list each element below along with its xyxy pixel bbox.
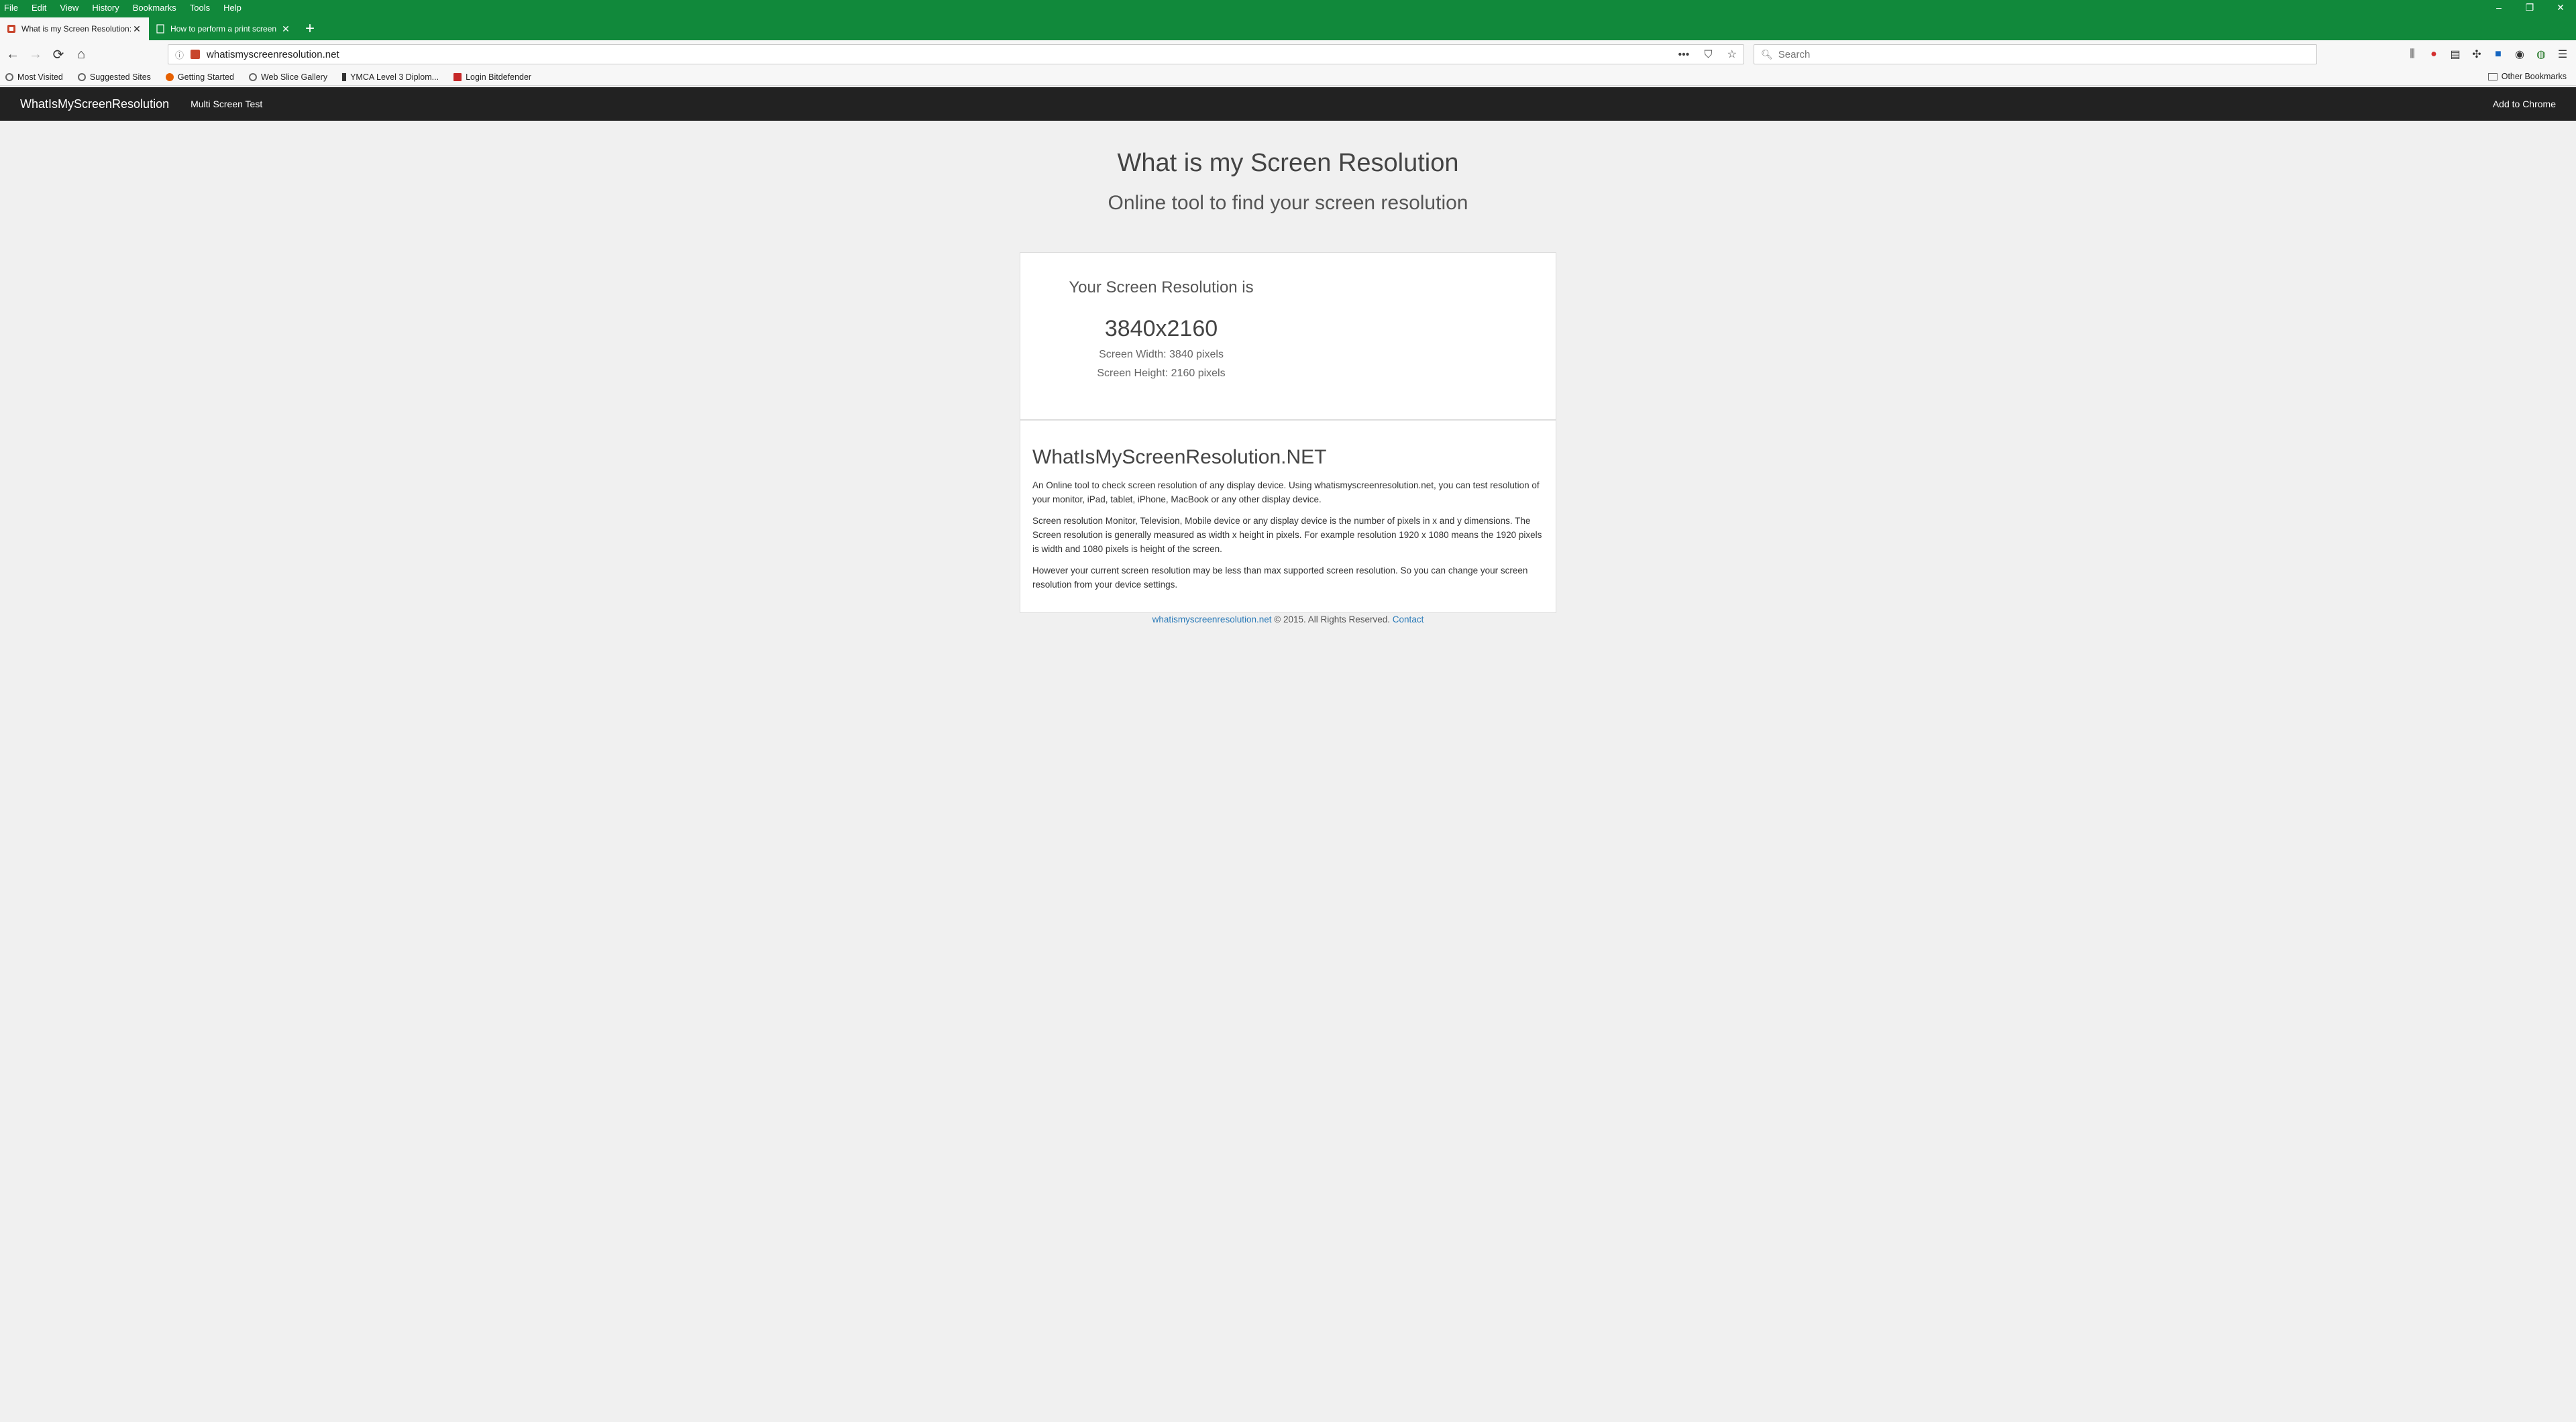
add-to-chrome-link[interactable]: Add to Chrome	[2493, 99, 2556, 109]
tab-title: What is my Screen Resolution: Find	[21, 24, 131, 34]
info-title: WhatIsMyScreenResolution.NET	[1032, 446, 1327, 468]
bookmark-label: Getting Started	[177, 72, 234, 82]
info-paragraph: Screen resolution Monitor, Television, M…	[1032, 516, 1542, 554]
menu-help[interactable]: Help	[223, 3, 241, 13]
tab-title: How to perform a print screen	[170, 24, 277, 34]
extension-green-icon[interactable]: ◍	[2532, 45, 2551, 64]
close-tab-icon[interactable]: ✕	[280, 23, 291, 35]
site-navbar: WhatIsMyScreenResolution Multi Screen Te…	[0, 87, 2576, 121]
browser-titlebar: File Edit View History Bookmarks Tools H…	[0, 0, 2576, 40]
tab-screen-resolution[interactable]: What is my Screen Resolution: Find ✕	[0, 17, 149, 40]
menu-history[interactable]: History	[92, 3, 119, 13]
bookmark-ymca[interactable]: YMCA Level 3 Diplom...	[342, 72, 439, 82]
other-bookmarks[interactable]: Other Bookmarks	[2487, 72, 2567, 81]
site-info-icon[interactable]: ⓘ	[175, 48, 184, 61]
back-arrow-icon[interactable]: ←	[3, 44, 23, 64]
close-window-button[interactable]: ✕	[2545, 0, 2576, 15]
tab-strip: What is my Screen Resolution: Find ✕ How…	[0, 17, 322, 40]
folder-icon	[2487, 72, 2498, 80]
library-icon[interactable]: ⫼	[2403, 45, 2422, 64]
tab-print-screen[interactable]: How to perform a print screen ✕	[149, 17, 298, 40]
info-panel: WhatIsMyScreenResolution.NET An Online t…	[1020, 420, 1556, 613]
window-controls: – ❐ ✕	[2483, 0, 2576, 15]
minimize-button[interactable]: –	[2483, 0, 2514, 15]
address-bar[interactable]: ⓘ whatismyscreenresolution.net ••• ⛉ ☆	[168, 44, 1744, 64]
site-favicon-icon	[7, 25, 15, 33]
bookmark-label: Most Visited	[17, 72, 63, 82]
info-paragraph: However your current screen resolution m…	[1032, 565, 1528, 590]
page-title: What is my Screen Resolution	[1117, 149, 1459, 177]
search-icon: 🔍︎	[1761, 48, 1773, 60]
page-footer: whatismyscreenresolution.net © 2015. All…	[0, 614, 2576, 624]
menu-edit[interactable]: Edit	[32, 3, 46, 13]
page-actions-icon[interactable]: •••	[1678, 49, 1689, 60]
gear-icon	[5, 72, 13, 81]
extension-blue-icon[interactable]: ■	[2489, 45, 2508, 64]
site-identity-icon	[191, 50, 201, 59]
account-icon[interactable]: ◉	[2510, 45, 2529, 64]
bookmarks-toolbar: Most Visited Suggested Sites Getting Sta…	[0, 68, 2576, 86]
home-icon[interactable]: ⌂	[71, 44, 91, 64]
copyright-text: © 2015. All Rights Reserved.	[1271, 614, 1393, 624]
url-actions: ••• ⛉ ☆	[1666, 48, 1737, 61]
restore-button[interactable]: ❐	[2514, 0, 2545, 15]
footer-site-link[interactable]: whatismyscreenresolution.net	[1152, 614, 1272, 624]
page-favicon-icon	[156, 24, 164, 34]
site-brand-link[interactable]: WhatIsMyScreenResolution	[20, 97, 169, 111]
extension-badge-icon[interactable]: ●	[2424, 45, 2443, 64]
globe-icon	[248, 72, 257, 81]
hamburger-menu-icon[interactable]: ☰	[2553, 45, 2572, 64]
navigation-toolbar: ← → ⟳ ⌂ ⓘ whatismyscreenresolution.net •…	[0, 40, 2576, 68]
globe-icon	[77, 72, 86, 81]
menu-view[interactable]: View	[60, 3, 78, 13]
resolution-panel: Your Screen Resolution is 3840x2160 Scre…	[1020, 252, 1556, 420]
bookmark-label: Web Slice Gallery	[260, 72, 328, 82]
url-text[interactable]: whatismyscreenresolution.net	[207, 49, 1666, 60]
extension-puzzle-icon[interactable]: ✣	[2467, 45, 2486, 64]
toolbar-icons: ⫼ ● ▤ ✣ ■ ◉ ◍ ☰	[2400, 44, 2572, 64]
page-subtitle: Online tool to find your screen resoluti…	[1108, 192, 1468, 214]
bookmark-bitdefender[interactable]: Login Bitdefender	[453, 72, 531, 82]
bookmark-most-visited[interactable]: Most Visited	[5, 72, 63, 82]
bookmark-label: YMCA Level 3 Diplom...	[350, 72, 439, 82]
close-tab-icon[interactable]: ✕	[131, 23, 142, 35]
menu-bar: File Edit View History Bookmarks Tools H…	[0, 0, 255, 15]
contact-link[interactable]: Contact	[1393, 614, 1424, 624]
bookmark-suggested-sites[interactable]: Suggested Sites	[77, 72, 151, 82]
reload-icon[interactable]: ⟳	[48, 44, 68, 64]
menu-tools[interactable]: Tools	[190, 3, 210, 13]
bitdefender-icon	[453, 72, 462, 81]
bookmark-getting-started[interactable]: Getting Started	[165, 72, 234, 82]
sidebar-icon[interactable]: ▤	[2446, 45, 2465, 64]
multi-screen-test-link[interactable]: Multi Screen Test	[191, 99, 262, 109]
screen-height-text: Screen Height: 2160 pixels	[1097, 368, 1226, 379]
forward-arrow-icon[interactable]: →	[25, 44, 46, 64]
menu-file[interactable]: File	[4, 3, 18, 13]
pocket-icon[interactable]: ⛉	[1704, 49, 1712, 60]
resolution-value: 3840x2160	[1104, 316, 1218, 341]
resolution-result: Your Screen Resolution is 3840x2160 Scre…	[1020, 278, 1302, 380]
result-heading: Your Screen Resolution is	[1069, 278, 1254, 296]
bookmark-star-icon[interactable]: ☆	[1727, 49, 1737, 60]
bookmark-label: Suggested Sites	[89, 72, 151, 82]
search-bar[interactable]: 🔍︎	[1754, 44, 2317, 64]
firefox-icon	[165, 72, 174, 81]
other-bookmarks-label: Other Bookmarks	[2501, 72, 2567, 81]
screen-width-text: Screen Width: 3840 pixels	[1099, 349, 1224, 360]
new-tab-button[interactable]: +	[298, 17, 322, 40]
ymca-icon	[342, 72, 347, 81]
bookmark-label: Login Bitdefender	[466, 72, 532, 82]
menu-bookmarks[interactable]: Bookmarks	[133, 3, 176, 13]
bookmark-web-slice-gallery[interactable]: Web Slice Gallery	[248, 72, 328, 82]
search-input[interactable]	[1778, 48, 2310, 60]
info-paragraph: An Online tool to check screen resolutio…	[1032, 480, 1540, 504]
